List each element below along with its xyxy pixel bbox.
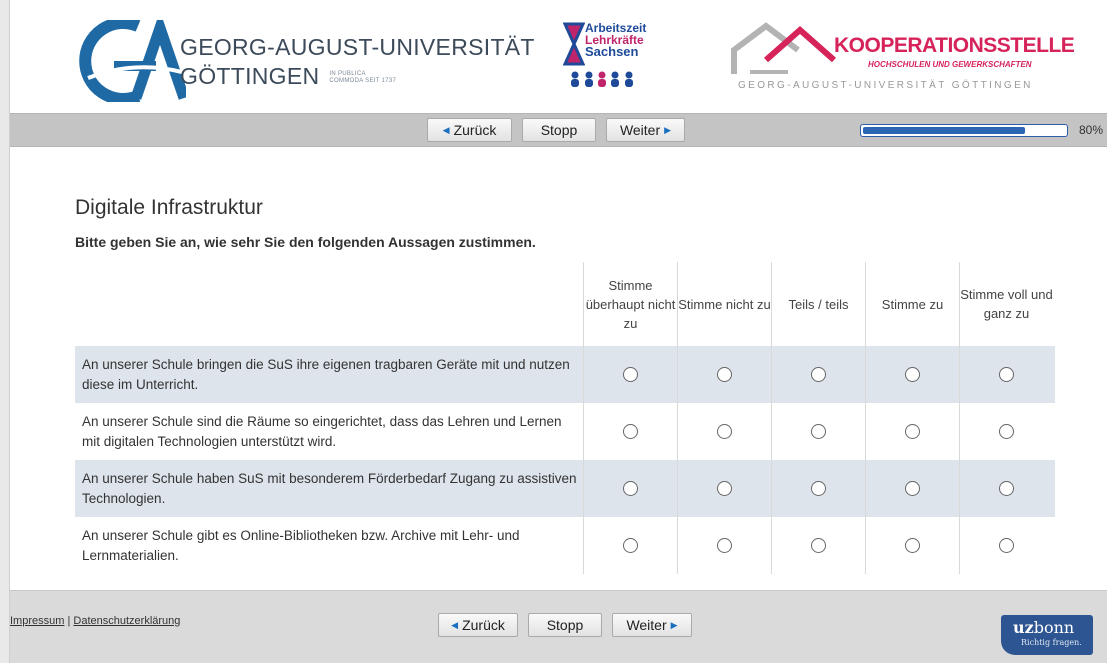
uzbonn-tagline: Richtig fragen. [1021, 638, 1082, 647]
back-button[interactable]: ◀ Zurück [427, 118, 512, 142]
next-button-label: Weiter [619, 122, 661, 138]
footer-back-label: Zurück [462, 617, 505, 633]
statement-text: An unserer Schule sind die Räume so eing… [82, 413, 562, 449]
statement-text: An unserer Schule haben SuS mit besonder… [82, 470, 577, 506]
triangle-left-icon: ◀ [451, 619, 459, 630]
likert-matrix: Stimme überhaupt nicht zu Stimme nicht z… [75, 262, 1055, 574]
footer-stop-button[interactable]: Stopp [528, 613, 602, 637]
radio-option[interactable] [811, 538, 826, 553]
stop-button[interactable]: Stopp [522, 118, 596, 142]
footer: Impressum | Datenschutzerklärung ◀ Zurüc… [10, 590, 1107, 663]
back-button-label: Zurück [453, 122, 497, 138]
koop-subtitle: HOCHSCHULEN UND GEWERKSCHAFTEN [868, 60, 1032, 69]
radio-option[interactable] [999, 481, 1014, 496]
matrix-header-row: Stimme überhaupt nicht zu Stimme nicht z… [75, 262, 1055, 346]
column-header: Stimme voll und ganz zu [959, 262, 1053, 346]
page-title: Digitale Infrastruktur [75, 196, 263, 219]
radio-option[interactable] [905, 538, 920, 553]
matrix-row: An unserer Schule gibt es Online-Bibliot… [75, 517, 1055, 574]
university-name-line2: GÖTTINGEN [180, 63, 320, 89]
radio-option[interactable] [905, 367, 920, 382]
statement-text: An unserer Schule bringen die SuS ihre e… [82, 356, 570, 392]
radio-option[interactable] [999, 424, 1014, 439]
university-motto: IN PUBLICA COMMODA SEIT 1737 [329, 71, 397, 84]
radio-option[interactable] [717, 424, 732, 439]
progress-percentage: 80% [1079, 123, 1104, 137]
footer-back-button[interactable]: ◀ Zurück [438, 613, 518, 637]
radio-option[interactable] [623, 481, 638, 496]
uzbonn-rest: bonn [1033, 618, 1075, 637]
radio-option[interactable] [999, 367, 1014, 382]
radio-option[interactable] [811, 481, 826, 496]
radio-option[interactable] [905, 481, 920, 496]
question-instruction: Bitte geben Sie an, wie sehr Sie den fol… [75, 234, 536, 250]
footer-links: Impressum | Datenschutzerklärung [10, 615, 180, 627]
footer-next-label: Weiter [626, 617, 667, 633]
koop-university: GEORG-AUGUST-UNIVERSITÄT GÖTTINGEN [738, 80, 1033, 91]
top-navigation-bar: ◀ Zurück Stopp Weiter ▶ 80% [10, 113, 1107, 147]
hourglass-icon [563, 22, 585, 66]
header: GEORG-AUGUST-UNIVERSITÄT GÖTTINGEN IN PU… [10, 0, 1107, 113]
uzbonn-bold: uz [1013, 618, 1034, 637]
kooperationsstelle-logo: KOOPERATIONSSTELLE HOCHSCHULEN UND GEWER… [730, 20, 1075, 102]
sachsen-line3: Sachsen [585, 44, 639, 59]
radio-option[interactable] [811, 367, 826, 382]
statement-text: An unserer Schule gibt es Online-Bibliot… [82, 527, 520, 563]
column-header: Stimme überhaupt nicht zu [583, 262, 677, 346]
triangle-right-icon: ▶ [670, 619, 678, 630]
radio-option[interactable] [717, 481, 732, 496]
column-header: Teils / teils [771, 262, 865, 346]
georg-august-logo-icon [79, 20, 186, 102]
university-name: GEORG-AUGUST-UNIVERSITÄT GÖTTINGEN IN PU… [180, 34, 535, 90]
next-button[interactable]: Weiter ▶ [606, 118, 685, 142]
radio-option[interactable] [811, 424, 826, 439]
people-icon [571, 71, 633, 87]
radio-option[interactable] [623, 538, 638, 553]
footer-next-button[interactable]: Weiter ▶ [612, 613, 692, 637]
koop-title: KOOPERATIONSSTELLE [834, 34, 1075, 57]
radio-option[interactable] [905, 424, 920, 439]
matrix-row: An unserer Schule haben SuS mit besonder… [75, 460, 1055, 517]
matrix-row: An unserer Schule bringen die SuS ihre e… [75, 346, 1055, 403]
houses-icon [731, 22, 836, 74]
radio-option[interactable] [717, 367, 732, 382]
stop-button-label: Stopp [540, 122, 578, 138]
triangle-right-icon: ▶ [664, 124, 672, 135]
datenschutz-link[interactable]: Datenschutzerklärung [73, 615, 180, 627]
triangle-left-icon: ◀ [442, 124, 450, 135]
arbeitszeit-sachsen-logo: Arbeitszeit Lehrkräfte Sachsen [563, 22, 646, 92]
impressum-link[interactable]: Impressum [10, 615, 64, 627]
radio-option[interactable] [999, 538, 1014, 553]
footer-separator: | [67, 615, 71, 627]
survey-page: GEORG-AUGUST-UNIVERSITÄT GÖTTINGEN IN PU… [9, 0, 1107, 663]
radio-option[interactable] [623, 367, 638, 382]
matrix-row: An unserer Schule sind die Räume so eing… [75, 403, 1055, 460]
radio-option[interactable] [623, 424, 638, 439]
column-header: Stimme nicht zu [677, 262, 771, 346]
progress-bar [860, 124, 1068, 137]
footer-stop-label: Stopp [546, 617, 584, 633]
radio-option[interactable] [717, 538, 732, 553]
progress-bar-fill [863, 127, 1025, 134]
column-header: Stimme zu [865, 262, 959, 346]
uzbonn-logo: uzbonn Richtig fragen. [1001, 615, 1093, 655]
university-name-line1: GEORG-AUGUST-UNIVERSITÄT [180, 34, 535, 60]
